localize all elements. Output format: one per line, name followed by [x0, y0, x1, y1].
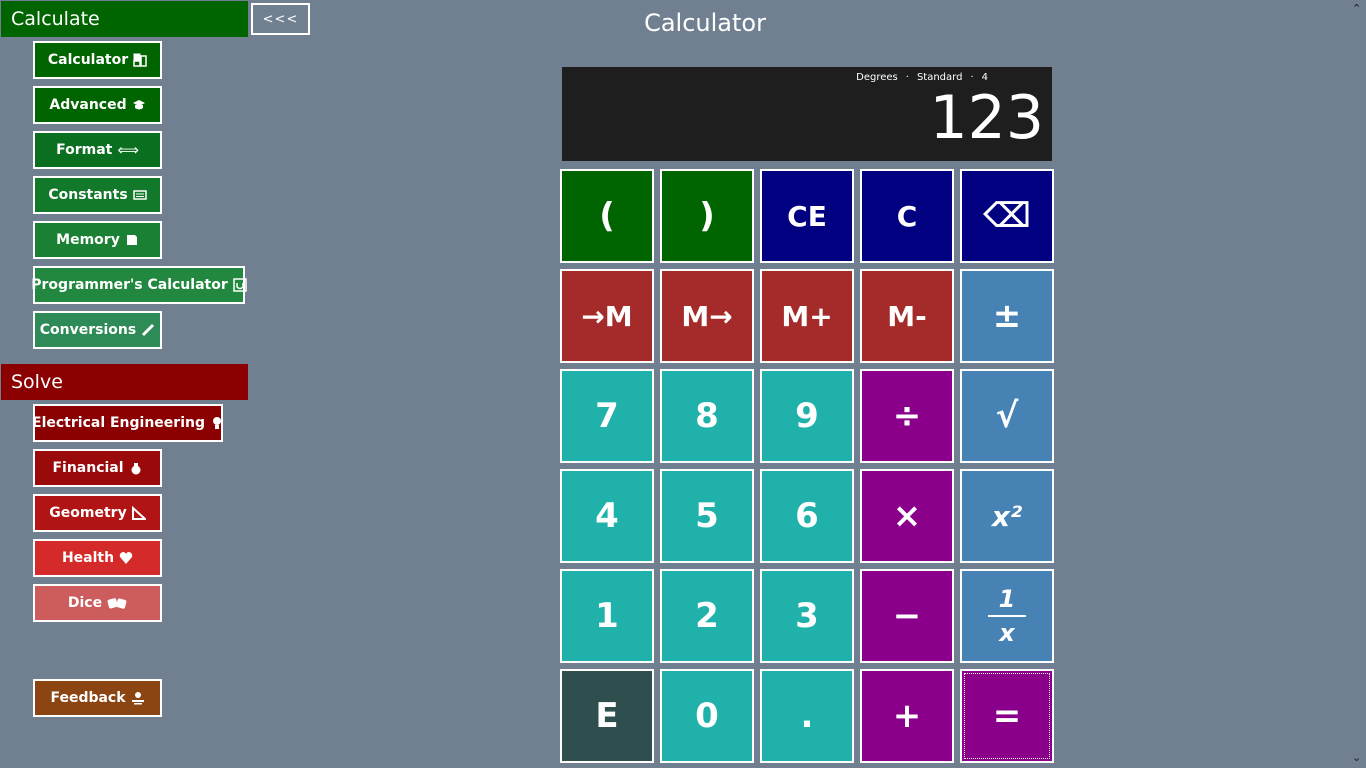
list-icon: [132, 188, 147, 202]
reciprocal-fraction: 1 x: [988, 586, 1026, 646]
nav-programmers-calculator-button[interactable]: Programmer's Calculator: [31, 266, 247, 304]
scroll-up-icon[interactable]: ⌃: [1352, 2, 1361, 15]
nav-financial-button[interactable]: Financial: [33, 449, 162, 487]
lightbulb-icon: [210, 416, 224, 430]
nav-memory-button[interactable]: Memory: [33, 221, 162, 259]
nav-constants-label: Constants: [48, 187, 128, 203]
multiply-key[interactable]: ×: [860, 469, 954, 563]
calculate-section-header: Calculate: [1, 1, 248, 37]
reciprocal-numerator: 1: [998, 585, 1016, 613]
plus-minus-key[interactable]: ±: [960, 269, 1054, 363]
page-title: Calculator: [644, 9, 766, 37]
nav-feedback-button[interactable]: Feedback: [33, 679, 162, 717]
minus-key[interactable]: −: [860, 569, 954, 663]
display-status: Degrees · Standard · 4: [856, 72, 988, 83]
digit-5-key[interactable]: 5: [660, 469, 754, 563]
backspace-key[interactable]: ⌫: [960, 169, 1054, 263]
precision: 4: [981, 72, 988, 83]
heart-icon: [119, 551, 133, 565]
nav-programmers-calculator-label: Programmer's Calculator: [31, 277, 228, 293]
nav-financial-label: Financial: [52, 460, 124, 476]
open-paren-key[interactable]: (: [560, 169, 654, 263]
scroll-down-icon[interactable]: ⌄: [1352, 751, 1361, 764]
digit-9-key[interactable]: 9: [760, 369, 854, 463]
status-separator: ·: [905, 72, 909, 83]
status-separator: ·: [970, 72, 974, 83]
set-square-icon: [131, 506, 146, 520]
dice-icon: [107, 596, 127, 610]
digit-1-key[interactable]: 1: [560, 569, 654, 663]
divide-key[interactable]: ÷: [860, 369, 954, 463]
collapse-sidebar-button[interactable]: <<<: [251, 3, 310, 35]
digit-2-key[interactable]: 2: [660, 569, 754, 663]
nav-electrical-engineering-label: Electrical Engineering: [32, 415, 205, 431]
memory-subtract-key[interactable]: M-: [860, 269, 954, 363]
plus-key[interactable]: +: [860, 669, 954, 763]
nav-conversions-label: Conversions: [39, 322, 137, 338]
vertical-scrollbar[interactable]: ⌃ ⌄: [1349, 0, 1366, 768]
digit-4-key[interactable]: 4: [560, 469, 654, 563]
digit-7-key[interactable]: 7: [560, 369, 654, 463]
nav-feedback-label: Feedback: [50, 690, 126, 706]
equals-key[interactable]: =: [960, 669, 1054, 763]
nav-format-button[interactable]: Format ⟺: [33, 131, 162, 169]
nav-conversions-button[interactable]: Conversions: [33, 311, 162, 349]
nav-memory-label: Memory: [56, 232, 120, 248]
feedback-icon: [131, 691, 145, 705]
digit-6-key[interactable]: 6: [760, 469, 854, 563]
memory-store-key[interactable]: →M: [560, 269, 654, 363]
solve-section-header: Solve: [1, 364, 248, 400]
nav-constants-button[interactable]: Constants: [33, 176, 162, 214]
nav-health-button[interactable]: Health: [33, 539, 162, 577]
double-arrow-icon: ⟺: [117, 141, 139, 159]
nav-calculator-label: Calculator: [47, 52, 129, 68]
memory-recall-key[interactable]: M→: [660, 269, 754, 363]
nav-advanced-button[interactable]: Advanced: [33, 86, 162, 124]
close-paren-key[interactable]: ): [660, 169, 754, 263]
digit-0-key[interactable]: 0: [660, 669, 754, 763]
calc-mode: Standard: [916, 72, 963, 83]
digit-8-key[interactable]: 8: [660, 369, 754, 463]
nav-advanced-label: Advanced: [49, 97, 127, 113]
exponent-key[interactable]: E: [560, 669, 654, 763]
nav-geometry-label: Geometry: [49, 505, 127, 521]
nav-dice-button[interactable]: Dice: [33, 584, 162, 622]
calculator-icon: [133, 53, 147, 67]
decimal-key[interactable]: .: [760, 669, 854, 763]
memory-add-key[interactable]: M+: [760, 269, 854, 363]
money-bag-icon: [129, 461, 143, 475]
pencil-icon: [141, 323, 155, 337]
square-key[interactable]: x²: [960, 469, 1054, 563]
chip-icon: [233, 278, 247, 292]
nav-health-label: Health: [61, 550, 115, 566]
digit-3-key[interactable]: 3: [760, 569, 854, 663]
nav-format-label: Format: [56, 142, 113, 158]
square-root-key[interactable]: √: [960, 369, 1054, 463]
graduation-cap-icon: [132, 98, 146, 112]
nav-calculator-button[interactable]: Calculator: [33, 41, 162, 79]
nav-geometry-button[interactable]: Geometry: [33, 494, 162, 532]
clear-key[interactable]: C: [860, 169, 954, 263]
reciprocal-denominator: x: [999, 619, 1015, 647]
backspace-icon: ⌫: [982, 196, 1032, 236]
clear-entry-key[interactable]: CE: [760, 169, 854, 263]
nav-dice-label: Dice: [67, 595, 103, 611]
reciprocal-key[interactable]: 1 x: [960, 569, 1054, 663]
fraction-bar: [988, 615, 1026, 617]
angle-mode: Degrees: [856, 72, 898, 83]
memory-icon: [125, 233, 139, 247]
nav-electrical-engineering-button[interactable]: Electrical Engineering: [32, 404, 224, 442]
calculator-display: Degrees · Standard · 4 123: [562, 67, 1052, 161]
display-value: 123: [929, 83, 1044, 153]
